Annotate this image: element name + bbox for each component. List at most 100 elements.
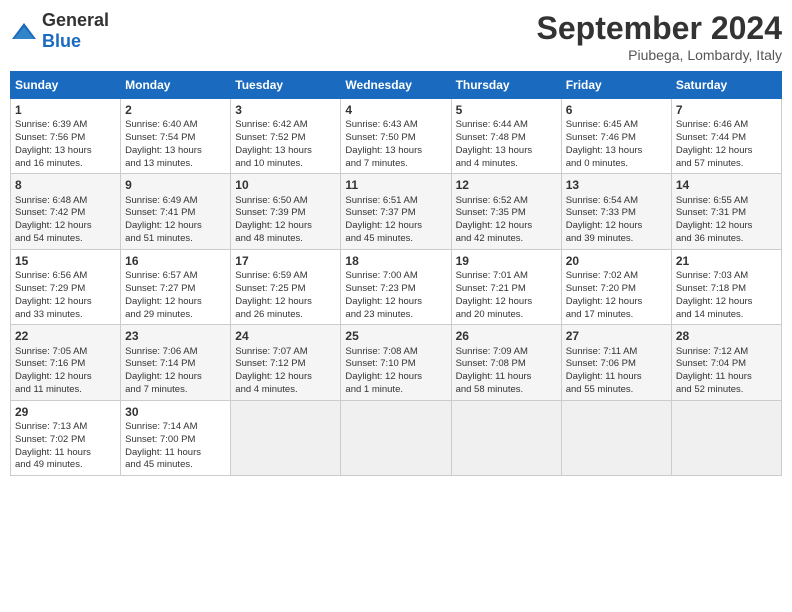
location-title: Piubega, Lombardy, Italy bbox=[537, 47, 782, 63]
day-number: 23 bbox=[125, 328, 226, 344]
day-info: and 49 minutes. bbox=[15, 459, 116, 472]
day-info: Daylight: 13 hours bbox=[345, 145, 446, 158]
day-info: Daylight: 12 hours bbox=[235, 296, 336, 309]
day-info: Sunset: 7:50 PM bbox=[345, 132, 446, 145]
day-info: Sunrise: 6:50 AM bbox=[235, 195, 336, 208]
day-info: Sunset: 7:29 PM bbox=[15, 283, 116, 296]
logo-text: General Blue bbox=[42, 10, 109, 52]
day-info: Daylight: 11 hours bbox=[15, 447, 116, 460]
day-info: Daylight: 13 hours bbox=[235, 145, 336, 158]
week-row-1: 1Sunrise: 6:39 AMSunset: 7:56 PMDaylight… bbox=[11, 99, 782, 174]
day-info: Sunrise: 6:39 AM bbox=[15, 119, 116, 132]
day-info: Sunset: 7:54 PM bbox=[125, 132, 226, 145]
day-info: Daylight: 12 hours bbox=[566, 220, 667, 233]
week-row-4: 22Sunrise: 7:05 AMSunset: 7:16 PMDayligh… bbox=[11, 325, 782, 400]
day-info: Daylight: 12 hours bbox=[456, 296, 557, 309]
day-number: 1 bbox=[15, 102, 116, 118]
day-info: Sunset: 7:06 PM bbox=[566, 358, 667, 371]
day-info: Sunrise: 7:07 AM bbox=[235, 346, 336, 359]
day-info: Daylight: 12 hours bbox=[676, 145, 777, 158]
day-info: Sunset: 7:25 PM bbox=[235, 283, 336, 296]
header: General Blue September 2024 Piubega, Lom… bbox=[10, 10, 782, 63]
day-info: Sunrise: 7:06 AM bbox=[125, 346, 226, 359]
day-info: and 4 minutes. bbox=[456, 158, 557, 171]
day-info: Daylight: 12 hours bbox=[15, 220, 116, 233]
day-number: 4 bbox=[345, 102, 446, 118]
day-number: 29 bbox=[15, 404, 116, 420]
calendar-cell: 16Sunrise: 6:57 AMSunset: 7:27 PMDayligh… bbox=[121, 249, 231, 324]
day-info: and 55 minutes. bbox=[566, 384, 667, 397]
day-number: 9 bbox=[125, 177, 226, 193]
col-header-wednesday: Wednesday bbox=[341, 72, 451, 99]
day-info: Daylight: 12 hours bbox=[125, 220, 226, 233]
calendar-cell: 28Sunrise: 7:12 AMSunset: 7:04 PMDayligh… bbox=[671, 325, 781, 400]
day-number: 7 bbox=[676, 102, 777, 118]
day-info: Sunrise: 6:48 AM bbox=[15, 195, 116, 208]
day-info: Daylight: 12 hours bbox=[15, 371, 116, 384]
day-number: 3 bbox=[235, 102, 336, 118]
calendar-body: 1Sunrise: 6:39 AMSunset: 7:56 PMDaylight… bbox=[11, 99, 782, 476]
day-number: 11 bbox=[345, 177, 446, 193]
day-info: Daylight: 12 hours bbox=[235, 220, 336, 233]
calendar-cell: 7Sunrise: 6:46 AMSunset: 7:44 PMDaylight… bbox=[671, 99, 781, 174]
day-info: and 58 minutes. bbox=[456, 384, 557, 397]
day-number: 12 bbox=[456, 177, 557, 193]
month-title: September 2024 bbox=[537, 10, 782, 47]
calendar-cell: 21Sunrise: 7:03 AMSunset: 7:18 PMDayligh… bbox=[671, 249, 781, 324]
day-info: and 4 minutes. bbox=[235, 384, 336, 397]
calendar-cell bbox=[341, 400, 451, 475]
day-info: Sunset: 7:44 PM bbox=[676, 132, 777, 145]
calendar-cell: 24Sunrise: 7:07 AMSunset: 7:12 PMDayligh… bbox=[231, 325, 341, 400]
day-number: 27 bbox=[566, 328, 667, 344]
day-info: and 20 minutes. bbox=[456, 309, 557, 322]
calendar-cell: 6Sunrise: 6:45 AMSunset: 7:46 PMDaylight… bbox=[561, 99, 671, 174]
day-info: Sunset: 7:21 PM bbox=[456, 283, 557, 296]
logo-icon bbox=[10, 21, 38, 41]
day-info: Sunrise: 6:40 AM bbox=[125, 119, 226, 132]
day-number: 2 bbox=[125, 102, 226, 118]
week-row-2: 8Sunrise: 6:48 AMSunset: 7:42 PMDaylight… bbox=[11, 174, 782, 249]
day-info: Daylight: 12 hours bbox=[235, 371, 336, 384]
calendar-cell: 30Sunrise: 7:14 AMSunset: 7:00 PMDayligh… bbox=[121, 400, 231, 475]
day-info: Sunset: 7:27 PM bbox=[125, 283, 226, 296]
day-info: Sunrise: 6:57 AM bbox=[125, 270, 226, 283]
day-info: and 1 minute. bbox=[345, 384, 446, 397]
day-info: Daylight: 13 hours bbox=[125, 145, 226, 158]
logo: General Blue bbox=[10, 10, 109, 52]
day-info: and 14 minutes. bbox=[676, 309, 777, 322]
day-info: Sunrise: 6:52 AM bbox=[456, 195, 557, 208]
day-number: 20 bbox=[566, 253, 667, 269]
day-info: Sunrise: 6:59 AM bbox=[235, 270, 336, 283]
day-info: Sunrise: 7:11 AM bbox=[566, 346, 667, 359]
day-number: 6 bbox=[566, 102, 667, 118]
day-info: Daylight: 12 hours bbox=[566, 296, 667, 309]
day-info: and 45 minutes. bbox=[125, 459, 226, 472]
title-area: September 2024 Piubega, Lombardy, Italy bbox=[537, 10, 782, 63]
calendar-cell: 22Sunrise: 7:05 AMSunset: 7:16 PMDayligh… bbox=[11, 325, 121, 400]
day-info: Sunrise: 7:09 AM bbox=[456, 346, 557, 359]
day-info: Daylight: 11 hours bbox=[676, 371, 777, 384]
day-number: 21 bbox=[676, 253, 777, 269]
day-info: Sunset: 7:18 PM bbox=[676, 283, 777, 296]
day-info: and 0 minutes. bbox=[566, 158, 667, 171]
day-info: and 13 minutes. bbox=[125, 158, 226, 171]
calendar-cell: 12Sunrise: 6:52 AMSunset: 7:35 PMDayligh… bbox=[451, 174, 561, 249]
calendar-cell: 27Sunrise: 7:11 AMSunset: 7:06 PMDayligh… bbox=[561, 325, 671, 400]
day-info: Daylight: 13 hours bbox=[566, 145, 667, 158]
calendar-cell: 10Sunrise: 6:50 AMSunset: 7:39 PMDayligh… bbox=[231, 174, 341, 249]
day-info: Sunrise: 6:54 AM bbox=[566, 195, 667, 208]
day-number: 30 bbox=[125, 404, 226, 420]
day-info: and 52 minutes. bbox=[676, 384, 777, 397]
calendar-header-row: SundayMondayTuesdayWednesdayThursdayFrid… bbox=[11, 72, 782, 99]
day-info: Sunset: 7:23 PM bbox=[345, 283, 446, 296]
calendar-cell: 1Sunrise: 6:39 AMSunset: 7:56 PMDaylight… bbox=[11, 99, 121, 174]
day-info: and 26 minutes. bbox=[235, 309, 336, 322]
col-header-tuesday: Tuesday bbox=[231, 72, 341, 99]
day-info: Sunset: 7:02 PM bbox=[15, 434, 116, 447]
day-info: Sunset: 7:12 PM bbox=[235, 358, 336, 371]
calendar-cell: 2Sunrise: 6:40 AMSunset: 7:54 PMDaylight… bbox=[121, 99, 231, 174]
calendar-cell: 11Sunrise: 6:51 AMSunset: 7:37 PMDayligh… bbox=[341, 174, 451, 249]
day-number: 14 bbox=[676, 177, 777, 193]
day-info: Daylight: 11 hours bbox=[125, 447, 226, 460]
day-info: Sunrise: 6:56 AM bbox=[15, 270, 116, 283]
